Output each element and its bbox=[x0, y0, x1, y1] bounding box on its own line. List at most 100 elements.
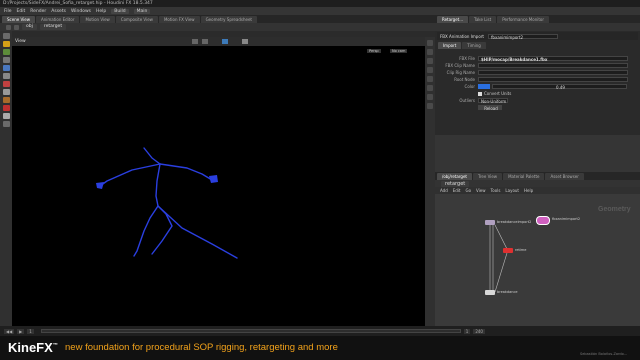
tab-geometry-spreadsheet[interactable]: Geometry Spreadsheet bbox=[200, 16, 257, 23]
tab-animation-editor[interactable]: Animation Editor bbox=[35, 16, 80, 23]
camera-select-icon[interactable] bbox=[192, 39, 198, 44]
kinefx-logo: KineFX™ bbox=[8, 340, 58, 355]
path-obj[interactable]: obj bbox=[22, 24, 37, 30]
start-frame-field[interactable]: 1 bbox=[463, 328, 471, 334]
snap-icon[interactable] bbox=[2, 73, 10, 79]
view-tool-icon[interactable] bbox=[2, 65, 10, 71]
node-label-breakdanceimport2: breakdanceimport2 bbox=[497, 220, 532, 224]
main-desktop-button[interactable]: Main bbox=[133, 8, 151, 14]
display-options-icon[interactable] bbox=[2, 121, 10, 127]
param-folder-tabs: Import Timing bbox=[438, 42, 486, 49]
tab-composite-view[interactable]: Composite View bbox=[115, 16, 158, 23]
tab-motion-fx-view[interactable]: Motion FX View bbox=[158, 16, 200, 23]
display-normals-icon[interactable] bbox=[427, 49, 433, 55]
node-breakdanceimport2[interactable] bbox=[485, 220, 495, 225]
display-lights-icon[interactable] bbox=[427, 103, 433, 109]
menu-help[interactable]: Help bbox=[96, 9, 106, 14]
network-path-retarget[interactable]: retarget bbox=[441, 180, 470, 187]
pose-tool-icon[interactable] bbox=[2, 49, 10, 55]
tab-material-palette[interactable]: Material Palette bbox=[503, 173, 545, 180]
color-value-field[interactable]: 0.49 bbox=[492, 84, 627, 90]
light-icon[interactable] bbox=[202, 39, 208, 44]
author-credit: Sebastián Bolaños-Zardo... bbox=[580, 352, 628, 356]
clip-rig-field[interactable] bbox=[478, 70, 628, 75]
param-tabstrip: Retarget... Take List Performance Monito… bbox=[435, 15, 640, 23]
param-row-color: Color 0.49 bbox=[438, 83, 638, 90]
display-points-icon[interactable] bbox=[427, 40, 433, 46]
fbx-file-label: FBX File bbox=[459, 56, 475, 61]
display-primitives-icon[interactable] bbox=[427, 58, 433, 64]
network-wires bbox=[489, 224, 508, 293]
menu-render[interactable]: Render bbox=[30, 9, 46, 14]
tab-tree-view[interactable]: Tree View bbox=[472, 173, 503, 180]
move-tool-icon[interactable] bbox=[2, 41, 10, 47]
root-node-field[interactable] bbox=[478, 77, 628, 82]
fbx-file-field[interactable]: $HIP/mocap/Breakdance1.fbx bbox=[478, 56, 628, 62]
tab-scene-view[interactable]: Scene View bbox=[2, 16, 35, 23]
menu-file[interactable]: File bbox=[4, 9, 12, 14]
color-swatch[interactable] bbox=[478, 84, 490, 89]
node-name-field[interactable]: fbxanimimport2 bbox=[488, 33, 558, 40]
param-row-root-node: Root Node bbox=[438, 76, 638, 83]
select-tool-icon[interactable] bbox=[2, 33, 10, 39]
display-background-icon[interactable] bbox=[427, 94, 433, 100]
param-row-outliers: Outliers Non-Uniform bbox=[438, 97, 638, 104]
display-visibility-icon[interactable] bbox=[427, 85, 433, 91]
scene-viewport[interactable]: Persp No cam bbox=[12, 46, 425, 326]
viewport-header: View bbox=[12, 37, 425, 46]
play-icon[interactable]: ▶ bbox=[17, 328, 25, 334]
tab-motion-view[interactable]: Motion View bbox=[80, 16, 115, 23]
shading-mode-icon[interactable] bbox=[222, 39, 228, 44]
tab-asset-browser[interactable]: Asset Browser bbox=[545, 173, 584, 180]
current-frame-field[interactable]: 1 bbox=[27, 328, 34, 334]
record-icon[interactable] bbox=[2, 81, 10, 87]
network-tabstrip: /obj/retarget Tree View Material Palette… bbox=[435, 172, 640, 180]
tab-take-list[interactable]: Take List bbox=[469, 16, 497, 23]
trademark-mark: ™ bbox=[52, 342, 58, 349]
back-arrow-icon[interactable] bbox=[6, 24, 11, 30]
param-row-convert-units: Convert Units bbox=[438, 90, 638, 97]
skeleton-figure bbox=[96, 147, 238, 259]
node-label-breakdance: breakdance bbox=[497, 290, 518, 294]
tab-import[interactable]: Import bbox=[438, 42, 462, 49]
display-bones-icon[interactable] bbox=[427, 76, 433, 82]
banner-tagline: new foundation for procedural SOP riggin… bbox=[65, 342, 338, 353]
node-retime[interactable] bbox=[503, 248, 513, 253]
network-editor[interactable]: Add Edit Go View Tools Layout Help Geome… bbox=[435, 187, 640, 326]
menu-assets[interactable]: Assets bbox=[51, 9, 66, 14]
forward-arrow-icon[interactable] bbox=[14, 24, 19, 30]
param-row-reload: Reload bbox=[438, 104, 638, 111]
node-label-retime: retime bbox=[515, 248, 527, 252]
rewind-icon[interactable]: ◀◀ bbox=[4, 328, 15, 334]
network-path-bar: retarget bbox=[435, 180, 640, 187]
tab-performance-monitor[interactable]: Performance Monitor bbox=[497, 16, 550, 23]
handle-tool-icon[interactable] bbox=[2, 57, 10, 63]
display-guides-icon[interactable] bbox=[427, 67, 433, 73]
menu-edit[interactable]: Edit bbox=[17, 9, 26, 14]
display-toolbar-right bbox=[425, 37, 435, 326]
end-frame-field[interactable]: 240 bbox=[473, 328, 485, 334]
node-fbxanimimport2[interactable] bbox=[536, 216, 550, 225]
view-menu[interactable]: View bbox=[15, 39, 26, 44]
tab-retarget-params[interactable]: Retarget... bbox=[437, 16, 469, 23]
grid-icon[interactable] bbox=[242, 39, 248, 44]
reload-button[interactable]: Reload bbox=[478, 105, 502, 111]
clip-rig-label: Clip Rig Name bbox=[446, 70, 475, 75]
clip-name-field[interactable] bbox=[478, 63, 628, 68]
node-breakdance[interactable] bbox=[485, 290, 495, 295]
tab-timing[interactable]: Timing bbox=[462, 42, 486, 49]
menu-windows[interactable]: Windows bbox=[71, 9, 91, 14]
viewer-tabstrip: Scene View Animation Editor Motion View … bbox=[0, 15, 435, 23]
build-button[interactable]: Build bbox=[111, 8, 129, 14]
root-node-label: Root Node bbox=[454, 77, 475, 82]
paint-tool-icon[interactable] bbox=[2, 97, 10, 103]
timeline-slider[interactable] bbox=[40, 329, 461, 333]
param-row-clip-rig: Clip Rig Name bbox=[438, 69, 638, 76]
path-retarget[interactable]: retarget bbox=[39, 24, 67, 30]
magnet-icon[interactable] bbox=[2, 105, 10, 111]
convert-units-checkbox[interactable] bbox=[478, 91, 482, 96]
outliers-select[interactable]: Non-Uniform bbox=[478, 98, 508, 104]
tab-network-obj-retarget[interactable]: /obj/retarget bbox=[437, 173, 472, 180]
lock-icon[interactable] bbox=[2, 89, 10, 95]
camera-icon[interactable] bbox=[2, 113, 10, 119]
